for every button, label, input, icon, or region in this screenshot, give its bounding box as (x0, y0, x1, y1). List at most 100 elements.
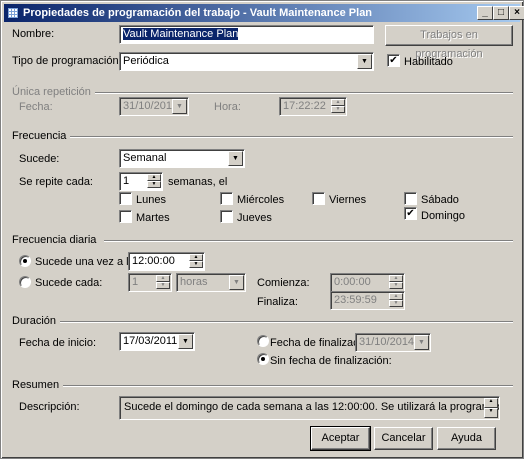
occurs-every-value: 1 (132, 276, 139, 288)
schedule-type-select[interactable]: Periódica ▼ (119, 52, 374, 71)
spinner[interactable]: ▲ ▼ (389, 275, 403, 290)
enabled-label: Habilitado (404, 56, 453, 68)
spin-up-icon: ▲ (389, 293, 403, 300)
chevron-down-icon: ▼ (228, 151, 243, 166)
spin-down-icon: ▼ (189, 261, 203, 268)
repeat-every-label: Se repite cada: (19, 176, 93, 188)
name-input[interactable]: Vault Maintenance Plan (119, 25, 374, 44)
day-domingo-label: Domingo (421, 210, 466, 222)
section-duration: Duración (12, 315, 61, 327)
spin-up-icon: ▲ (331, 99, 345, 106)
minimize-icon: _ (482, 7, 488, 18)
spin-down-icon: ▼ (389, 282, 403, 289)
repeat-every-value: 1 (123, 175, 130, 187)
occurs-every-input[interactable]: 1 ▲ ▼ (128, 273, 172, 292)
chevron-down-icon: ▼ (414, 335, 429, 350)
window-title: Propiedades de programación del trabajo … (23, 7, 373, 19)
daily-end-input[interactable]: 23:59:59 ▲ ▼ (330, 291, 405, 310)
maximize-button[interactable]: □ (493, 6, 509, 20)
day-domingo-checkbox[interactable]: ✔ (404, 207, 417, 220)
occurs-label: Sucede: (19, 153, 60, 165)
start-date-label: Fecha de inicio: (19, 337, 97, 349)
occurs-every-unit-value: horas (180, 276, 208, 288)
divider (104, 240, 513, 242)
section-one-time-title: Única repetición (12, 86, 95, 98)
occurs-select[interactable]: Semanal ▼ (119, 149, 245, 168)
help-button[interactable]: Ayuda (437, 427, 496, 450)
spin-down-icon: ▼ (156, 282, 170, 289)
repeat-every-input[interactable]: 1 ▲ ▼ (119, 172, 163, 191)
occurs-every-radio[interactable] (19, 276, 31, 288)
description-value: Sucede el domingo de cada semana a las 1… (124, 401, 499, 413)
section-frequency: Frecuencia (12, 130, 71, 142)
day-miercoles-label: Miércoles (237, 194, 285, 206)
scrollbar[interactable]: ▲ ▼ (484, 398, 498, 418)
spin-up-icon: ▲ (189, 254, 203, 261)
jobs-in-schedule-button[interactable]: Trabajos en programación (385, 25, 513, 60)
chevron-down-icon: ▼ (172, 99, 187, 114)
divider (71, 92, 513, 94)
spinner[interactable]: ▲ ▼ (147, 174, 161, 189)
spinner[interactable]: ▲ ▼ (389, 293, 403, 308)
spinner[interactable]: ▲ ▼ (189, 254, 203, 269)
start-date-picker[interactable]: 17/03/2011 ▼ (119, 332, 195, 351)
spinner[interactable]: ▲ ▼ (156, 275, 170, 290)
title-bar[interactable]: Propiedades de programación del trabajo … (4, 4, 524, 22)
section-one-time: Única repetición (12, 86, 95, 98)
no-end-date-radio[interactable] (257, 353, 269, 365)
daily-start-value: 0:00:00 (334, 276, 371, 288)
day-jueves-checkbox[interactable] (220, 210, 233, 223)
spinner[interactable]: ▲ ▼ (331, 99, 345, 114)
scroll-down-icon: ▼ (484, 408, 498, 418)
scroll-up-icon: ▲ (484, 398, 498, 408)
start-date-value: 17/03/2011 (123, 335, 178, 347)
day-miercoles-checkbox[interactable] (220, 192, 233, 205)
spin-up-icon: ▲ (156, 275, 170, 282)
end-date-radio[interactable] (257, 335, 269, 347)
job-schedule-properties-dialog: Propiedades de programación del trabajo … (0, 0, 524, 459)
minimize-button[interactable]: _ (477, 6, 493, 20)
section-daily-frequency: Frecuencia diaria (12, 234, 101, 246)
day-lunes-label: Lunes (136, 194, 166, 206)
day-sabado-checkbox[interactable] (404, 192, 417, 205)
occurs-every-unit-select[interactable]: horas ▼ (176, 273, 246, 292)
day-sabado-label: Sábado (421, 194, 459, 206)
occurs-once-time-input[interactable]: 12:00:00 ▲ ▼ (128, 252, 205, 271)
daily-end-value: 23:59:59 (334, 294, 377, 306)
one-time-time-input[interactable]: 17:22:22 ▲ ▼ (279, 97, 347, 116)
day-martes-label: Martes (136, 212, 170, 224)
section-summary-title: Resumen (12, 379, 64, 391)
spin-down-icon: ▼ (389, 300, 403, 307)
description-textarea[interactable]: Sucede el domingo de cada semana a las 1… (119, 396, 500, 420)
one-time-time-value: 17:22:22 (283, 100, 326, 112)
daily-start-input[interactable]: 0:00:00 ▲ ▼ (330, 273, 405, 292)
close-button[interactable]: × (509, 6, 524, 20)
maximize-icon: □ (497, 7, 505, 18)
cancel-button[interactable]: Cancelar (374, 427, 433, 450)
no-end-date-label: Sin fecha de finalización: (270, 355, 392, 367)
chevron-down-icon: ▼ (178, 334, 193, 349)
day-lunes-checkbox[interactable] (119, 192, 132, 205)
calendar-grid-icon (7, 7, 19, 19)
one-time-date-label: Fecha: (19, 101, 53, 113)
close-icon: × (514, 7, 520, 18)
occurs-once-radio[interactable] (19, 255, 31, 267)
chevron-down-icon: ▼ (229, 275, 244, 290)
checkmark-icon: ✔ (389, 55, 398, 66)
day-viernes-checkbox[interactable] (312, 192, 325, 205)
occurs-value: Semanal (123, 152, 167, 164)
name-value: Vault Maintenance Plan (123, 28, 239, 40)
accept-button[interactable]: Aceptar (310, 426, 371, 451)
section-duration-title: Duración (12, 315, 61, 327)
one-time-date-picker[interactable]: 31/10/2014 ▼ (119, 97, 189, 116)
day-martes-checkbox[interactable] (119, 210, 132, 223)
spin-up-icon: ▲ (147, 174, 161, 181)
divider (63, 136, 513, 138)
daily-end-label: Finaliza: (257, 296, 298, 308)
spin-down-icon: ▼ (331, 106, 345, 113)
schedule-type-value: Periódica (123, 55, 169, 67)
end-date-picker[interactable]: 31/10/2014 ▼ (355, 333, 431, 352)
enabled-checkbox[interactable]: ✔ (387, 54, 400, 67)
description-label: Descripción: (19, 401, 80, 413)
checkmark-icon: ✔ (406, 208, 415, 219)
